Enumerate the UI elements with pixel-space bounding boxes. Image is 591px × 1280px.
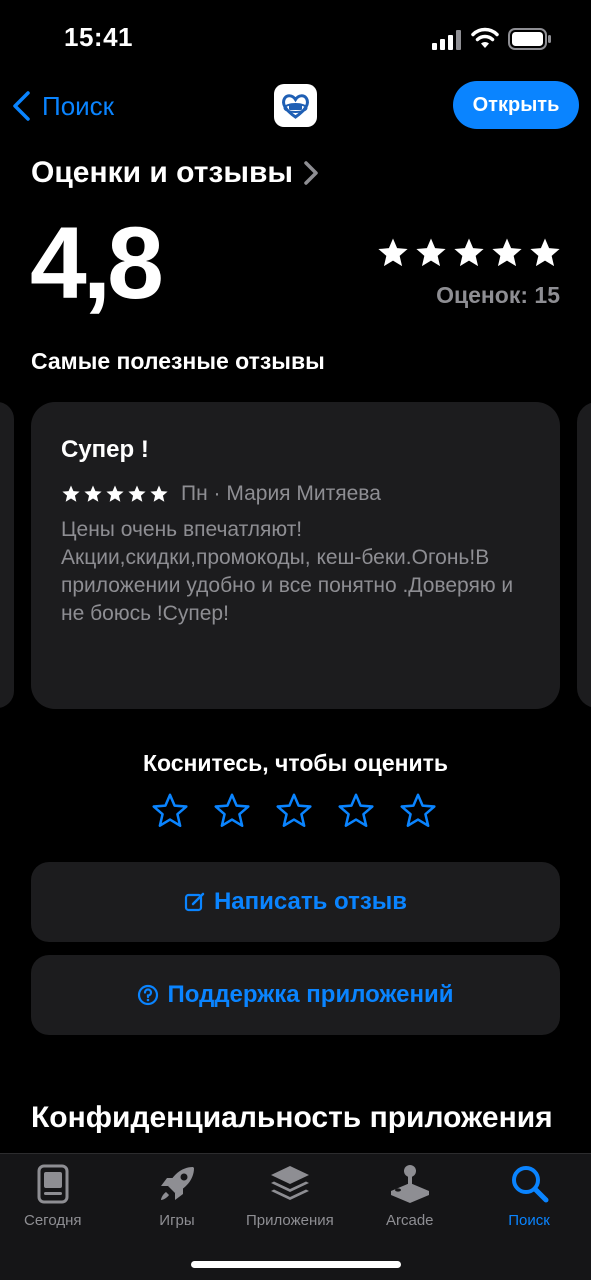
compose-icon — [184, 892, 205, 912]
privacy-section-title[interactable]: Конфиденциальность приложения — [31, 1098, 553, 1138]
review-stars — [61, 484, 169, 504]
review-card[interactable]: Супер ! Пн · Мария Митяева Цены очень вп… — [31, 402, 560, 709]
star-filled-icon — [530, 238, 560, 267]
tab-arcade[interactable]: Arcade — [386, 1162, 434, 1229]
star-filled-icon — [128, 485, 146, 502]
battery-icon — [508, 28, 551, 50]
star-filled-icon — [416, 238, 446, 267]
review-title: Супер ! — [61, 436, 149, 463]
tab-apps[interactable]: Приложения — [246, 1162, 334, 1229]
chevron-left-icon — [13, 91, 30, 121]
wifi-icon — [471, 27, 499, 48]
star-outline-icon[interactable] — [213, 792, 251, 830]
layers-icon — [270, 1166, 309, 1200]
cellular-signal-icon — [432, 30, 461, 50]
tab-games-label: Игры — [159, 1212, 195, 1229]
star-filled-icon — [106, 485, 124, 502]
star-outline-icon[interactable] — [399, 792, 437, 830]
tab-today[interactable]: Сегодня — [24, 1162, 82, 1229]
app-support-label: Поддержка приложений — [167, 981, 454, 1008]
question-circle-icon — [138, 984, 159, 1006]
joystick-icon — [390, 1165, 429, 1203]
star-filled-icon — [378, 238, 408, 267]
tab-today-label: Сегодня — [24, 1212, 82, 1229]
star-filled-icon — [62, 485, 80, 502]
status-bar: 15:41 — [0, 0, 591, 80]
tab-search-label: Поиск — [508, 1212, 550, 1229]
back-button[interactable]: Поиск — [10, 88, 114, 124]
star-outline-icon[interactable] — [337, 792, 375, 830]
app-icon — [274, 84, 317, 127]
tab-search[interactable]: Поиск — [507, 1162, 551, 1229]
star-filled-icon — [84, 485, 102, 502]
search-icon — [512, 1166, 549, 1203]
ratings-section-header[interactable]: Оценки и отзывы — [31, 156, 319, 190]
star-filled-icon — [492, 238, 522, 267]
app-logo-heart-icon — [282, 94, 309, 119]
most-helpful-reviews-title: Самые полезные отзывы — [31, 348, 325, 374]
home-indicator — [191, 1261, 401, 1268]
write-review-label: Написать отзыв — [213, 888, 408, 915]
star-filled-icon — [150, 485, 168, 502]
average-rating: 4,8 — [30, 206, 164, 320]
review-body: Цены очень впечатляют! Акции,скидки,пром… — [61, 518, 514, 625]
star-outline-icon[interactable] — [151, 792, 189, 830]
average-rating-stars — [376, 236, 562, 270]
tab-apps-label: Приложения — [246, 1212, 334, 1229]
back-button-label: Поиск — [42, 90, 115, 121]
today-icon — [37, 1164, 69, 1204]
next-review-card[interactable] — [577, 402, 591, 708]
star-filled-icon — [454, 238, 484, 267]
star-outline-icon[interactable] — [275, 792, 313, 830]
review-date-author: Пн · Мария Митяева — [181, 482, 381, 505]
write-review-button[interactable]: Написать отзыв — [31, 862, 560, 942]
chevron-right-icon — [304, 161, 318, 185]
tap-to-rate-label: Коснитесь, чтобы оценить — [142, 750, 449, 776]
tab-games[interactable]: Игры — [155, 1162, 199, 1229]
app-support-button[interactable]: Поддержка приложений — [31, 955, 560, 1035]
tab-arcade-label: Arcade — [386, 1212, 434, 1229]
review-meta: Пн · Мария Митяева — [61, 482, 381, 506]
rating-count: Оценок: 15 — [436, 282, 560, 308]
rocket-icon — [161, 1167, 194, 1200]
navigation-bar: Поиск Открыть — [0, 72, 591, 140]
tap-to-rate-stars — [151, 792, 437, 830]
status-time: 15:41 — [64, 22, 133, 52]
open-app-button[interactable]: Открыть — [453, 81, 579, 129]
previous-review-card[interactable] — [0, 402, 14, 708]
ratings-section-title: Оценки и отзывы — [31, 156, 294, 189]
